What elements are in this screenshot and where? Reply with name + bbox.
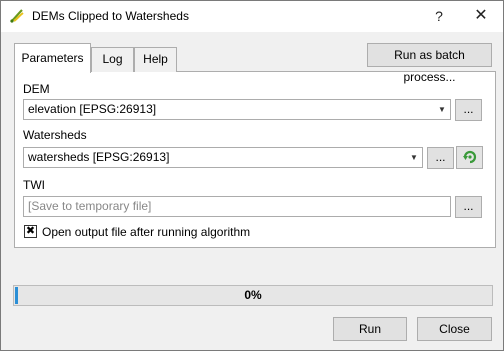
dem-value: elevation [EPSG:26913] [28,102,157,116]
close-button[interactable]: Close [417,317,492,341]
watersheds-label: Watersheds [23,128,87,142]
window-title: DEMs Clipped to Watersheds [32,9,189,23]
watersheds-combobox[interactable]: watersheds [EPSG:26913] ▼ [23,147,423,168]
run-batch-button[interactable]: Run as batch process... [367,43,492,84]
dialog-window: DEMs Clipped to Watersheds ? ✕ Parameter… [0,0,504,351]
dem-browse-button[interactable]: ... [455,99,482,121]
chevron-down-icon: ▼ [410,153,418,162]
dem-label: DEM [23,82,50,96]
open-output-label[interactable]: Open output file after running algorithm [42,225,250,239]
progress-text: 0% [244,288,262,302]
iterate-over-features-button[interactable] [456,146,483,169]
tab-parameters[interactable]: Parameters [14,43,91,73]
tab-help[interactable]: Help [134,47,177,72]
twi-output-field[interactable]: [Save to temporary file] [23,196,451,217]
open-output-checkbox[interactable]: ✖ [24,225,37,238]
help-button[interactable]: ? [424,5,454,27]
twi-label: TWI [23,178,45,192]
chevron-down-icon: ▼ [438,105,446,114]
iterate-icon [463,150,477,164]
title-bar: DEMs Clipped to Watersheds ? ✕ [1,1,503,32]
progress-bar: 0% [13,285,493,306]
close-window-button[interactable]: ✕ [466,5,496,27]
twi-browse-button[interactable]: ... [455,196,482,218]
watersheds-value: watersheds [EPSG:26913] [28,150,170,164]
watersheds-browse-button[interactable]: ... [427,147,454,169]
qgis-logo-icon [9,8,25,24]
tab-log[interactable]: Log [91,47,134,72]
dem-combobox[interactable]: elevation [EPSG:26913] ▼ [23,99,451,120]
run-button[interactable]: Run [333,317,407,341]
